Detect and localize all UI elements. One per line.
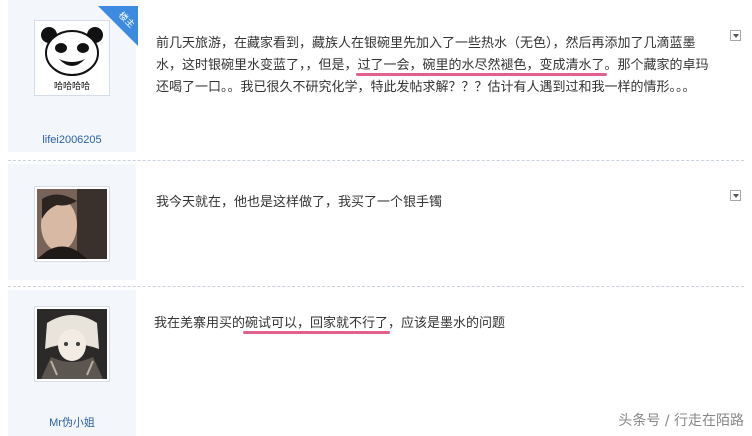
panda-meme-avatar-icon: 哈哈哈哈 [37, 23, 107, 93]
post-text: 我今天就在，他也是这样做了，我买了一个银手镯 [156, 195, 443, 210]
post-menu-dropdown-icon[interactable] [730, 30, 741, 41]
anime-character-avatar-icon [37, 309, 107, 379]
post-2: 我今天就在，他也是这样做了，我买了一个银手镯 [0, 164, 752, 284]
post-text: 我在羌寨用买的 [154, 316, 246, 331]
post-sidebar: Mr伪小姐 [8, 290, 136, 436]
username[interactable]: lifei2006205 [8, 134, 136, 146]
post-text-end: ，应该是墨水的问题 [388, 316, 506, 331]
post-menu-dropdown-icon[interactable] [730, 190, 741, 201]
watermark: 头条号 / 行走在陌路 [618, 413, 744, 429]
username[interactable]: Mr伪小姐 [8, 414, 136, 430]
highlighted-text: 过了一会，碗里的水尽然褪色，变成清水了 [357, 58, 605, 73]
person-photo-avatar-icon [37, 189, 107, 259]
divider [8, 286, 744, 288]
avatar[interactable] [34, 186, 110, 262]
post-content: 我在羌寨用买的碗试可以，回家就不行了，应该是墨水的问题 [154, 313, 716, 335]
post-content: 我今天就在，他也是这样做了，我买了一个银手镯 [156, 192, 718, 214]
avatar-caption: 哈哈哈哈 [54, 80, 90, 92]
divider [8, 160, 744, 162]
avatar[interactable] [34, 306, 110, 382]
post-1: 哈哈哈哈 lifei2006205 楼主 前几天旅游，在藏家看到，藏族人在银碗里… [0, 0, 752, 158]
op-badge: 楼主 [98, 6, 138, 46]
post-sidebar [8, 164, 136, 280]
post-content: 前几天旅游，在藏家看到，藏族人在银碗里先加入了一些热水（无色），然后再添加了几滴… [156, 33, 718, 99]
highlighted-text: 碗试可以，回家就不行了 [245, 316, 389, 331]
